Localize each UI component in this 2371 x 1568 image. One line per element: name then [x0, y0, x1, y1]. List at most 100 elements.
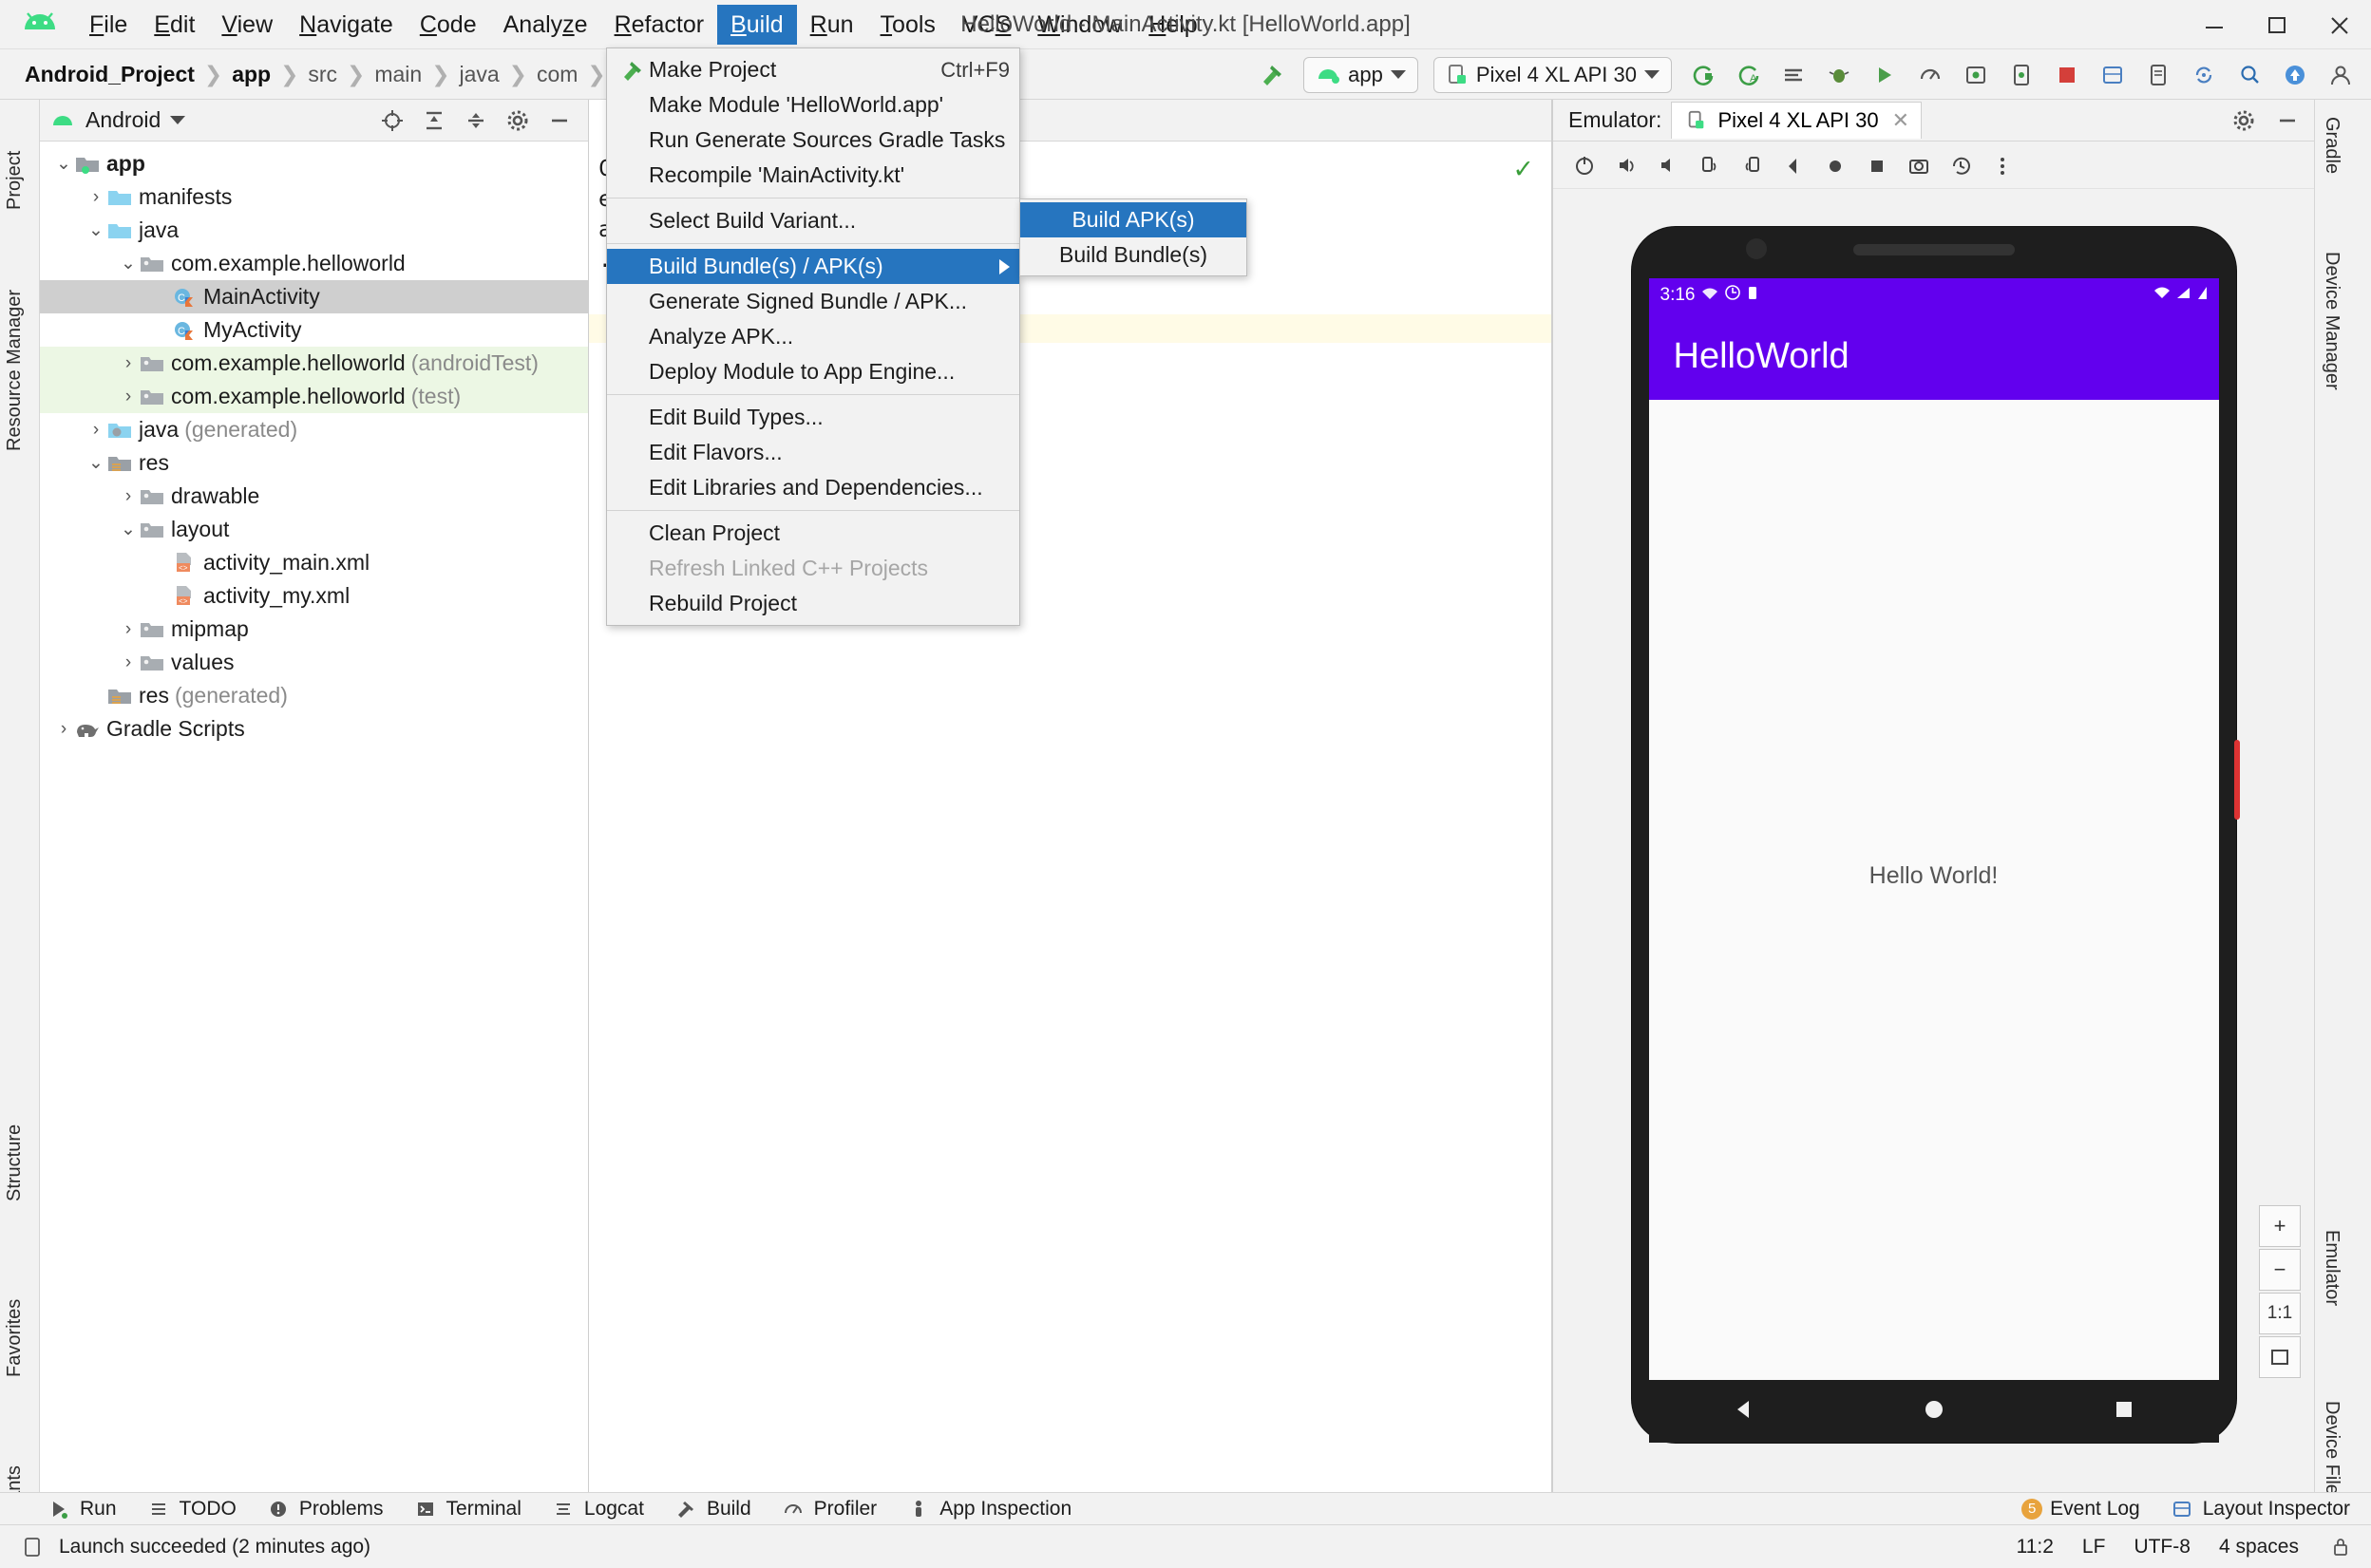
- zoom-actual-icon[interactable]: 1:1: [2259, 1293, 2301, 1334]
- menu-item-generate-signed-bundle-apk[interactable]: Generate Signed Bundle / APK...: [607, 284, 1019, 319]
- minimize-icon[interactable]: [2183, 0, 2246, 49]
- sidebar-item-device-manager[interactable]: Device Manager: [2321, 242, 2343, 461]
- tree-row[interactable]: ›CMainActivity: [40, 280, 588, 313]
- menu-item-edit-libraries-and-dependencies[interactable]: Edit Libraries and Dependencies...: [607, 470, 1019, 505]
- tree-row[interactable]: ›Gradle Scripts: [40, 712, 588, 746]
- bottom-tab-event-log[interactable]: 5Event Log: [2021, 1498, 2140, 1521]
- menu-tools[interactable]: Tools: [867, 5, 949, 45]
- zoom-in-icon[interactable]: +: [2259, 1205, 2301, 1247]
- chevron-down-icon[interactable]: ⌄: [118, 519, 139, 540]
- logcat-icon[interactable]: [1775, 57, 1811, 93]
- breadcrumb-item-app[interactable]: app: [232, 62, 271, 87]
- avd-manager-icon[interactable]: [2003, 57, 2039, 93]
- tree-row[interactable]: ›values: [40, 646, 588, 679]
- more-icon[interactable]: [1984, 147, 2020, 183]
- apply-changes-icon[interactable]: [1684, 57, 1720, 93]
- bottom-tab-terminal[interactable]: Terminal: [412, 1498, 522, 1521]
- account-icon[interactable]: [2323, 57, 2359, 93]
- rotate-right-icon[interactable]: [1734, 147, 1770, 183]
- menu-item-edit-flavors[interactable]: Edit Flavors...: [607, 435, 1019, 470]
- device-file-explorer-icon[interactable]: [2140, 57, 2176, 93]
- layout-inspector-icon[interactable]: [2095, 57, 2131, 93]
- menu-item-analyze-apk[interactable]: Analyze APK...: [607, 319, 1019, 354]
- notification-icon[interactable]: [19, 1536, 46, 1559]
- chevron-right-icon[interactable]: ›: [85, 187, 106, 208]
- hide-icon[interactable]: [546, 109, 573, 132]
- tree-row[interactable]: ›manifests: [40, 180, 588, 214]
- menu-edit[interactable]: Edit: [141, 5, 208, 45]
- tree-row[interactable]: ⌄java: [40, 214, 588, 247]
- emulator-tab[interactable]: Pixel 4 XL API 30 ✕: [1671, 102, 1922, 139]
- close-icon[interactable]: ✕: [1892, 108, 1909, 133]
- sdk-manager-icon[interactable]: [1958, 57, 1994, 93]
- tree-row[interactable]: ›res(generated): [40, 679, 588, 712]
- build-bundle-apk-submenu[interactable]: Build APK(s)Build Bundle(s): [1019, 198, 1247, 276]
- menu-item-edit-build-types[interactable]: Edit Build Types...: [607, 400, 1019, 435]
- indent-setting[interactable]: 4 spaces: [2219, 1536, 2299, 1559]
- menu-analyze[interactable]: Analyze: [490, 5, 601, 45]
- device-power-button[interactable]: [2234, 740, 2240, 820]
- breadcrumb-item-com[interactable]: com: [537, 62, 578, 87]
- bottom-tab-layout-inspector[interactable]: Layout Inspector: [2169, 1498, 2350, 1521]
- menu-item-make-project[interactable]: Make ProjectCtrl+F9: [607, 52, 1019, 87]
- menu-item-clean-project[interactable]: Clean Project: [607, 516, 1019, 551]
- volume-up-icon[interactable]: [1608, 147, 1644, 183]
- sidebar-item-gradle[interactable]: Gradle: [2321, 107, 2343, 212]
- chevron-right-icon[interactable]: ›: [118, 387, 139, 407]
- sidebar-item-emulator[interactable]: Emulator: [2321, 1220, 2343, 1363]
- menu-item-build-bundle-s-apk-s[interactable]: Build Bundle(s) / APK(s): [607, 249, 1019, 284]
- menu-code[interactable]: Code: [407, 5, 490, 45]
- sidebar-item-project[interactable]: Project: [4, 105, 26, 219]
- bottom-tab-app-inspection[interactable]: App Inspection: [905, 1498, 1072, 1521]
- menu-view[interactable]: View: [208, 5, 286, 45]
- overview-square-icon[interactable]: [2109, 1394, 2139, 1429]
- tree-row[interactable]: ›CMyActivity: [40, 313, 588, 347]
- menu-item-make-module-helloworld-app[interactable]: Make Module 'HelloWorld.app': [607, 87, 1019, 123]
- sync-gradle-icon[interactable]: [2186, 57, 2222, 93]
- chevron-right-icon[interactable]: ›: [118, 353, 139, 374]
- tree-row[interactable]: ›java(generated): [40, 413, 588, 446]
- bottom-tab-profiler[interactable]: Profiler: [780, 1498, 878, 1521]
- chevron-right-icon[interactable]: ›: [118, 619, 139, 640]
- close-icon[interactable]: [2308, 0, 2371, 49]
- update-icon[interactable]: [2277, 57, 2313, 93]
- breadcrumb-item-main[interactable]: main: [374, 62, 422, 87]
- tree-row[interactable]: ›drawable: [40, 480, 588, 513]
- file-encoding[interactable]: UTF-8: [2134, 1536, 2191, 1559]
- breadcrumb-item-java[interactable]: java: [459, 62, 499, 87]
- lock-icon[interactable]: [2327, 1536, 2354, 1559]
- run-configuration-selector[interactable]: app: [1303, 57, 1418, 93]
- screenshot-icon[interactable]: [1901, 147, 1937, 183]
- sidebar-item-resource-manager[interactable]: Resource Manager: [4, 233, 26, 461]
- home-icon[interactable]: [1817, 147, 1853, 183]
- chevron-down-icon[interactable]: ⌄: [85, 452, 106, 474]
- history-icon[interactable]: [1943, 147, 1979, 183]
- bottom-tab-todo[interactable]: TODO: [145, 1498, 237, 1521]
- menu-item-recompile-mainactivity-kt[interactable]: Recompile 'MainActivity.kt': [607, 158, 1019, 193]
- menu-refactor[interactable]: Refactor: [601, 5, 718, 45]
- tree-row[interactable]: ›<>activity_main.xml: [40, 546, 588, 579]
- back-icon[interactable]: [1775, 147, 1811, 183]
- volume-down-icon[interactable]: [1650, 147, 1686, 183]
- caret-position[interactable]: 11:2: [2017, 1536, 2054, 1559]
- chevron-right-icon[interactable]: ›: [118, 652, 139, 673]
- chevron-down-icon[interactable]: ⌄: [118, 253, 139, 274]
- line-separator[interactable]: LF: [2082, 1536, 2106, 1559]
- chevron-right-icon[interactable]: ›: [118, 486, 139, 507]
- rotate-left-icon[interactable]: [1692, 147, 1728, 183]
- menu-file[interactable]: File: [76, 5, 141, 45]
- zoom-out-icon[interactable]: −: [2259, 1249, 2301, 1291]
- emulated-device[interactable]: 3:16: [1632, 227, 2236, 1443]
- sidebar-item-structure[interactable]: Structure: [4, 1068, 26, 1211]
- submenu-item-build-apk-s[interactable]: Build APK(s): [1020, 202, 1246, 237]
- menu-navigate[interactable]: Navigate: [286, 5, 407, 45]
- bottom-tab-run[interactable]: Run: [46, 1498, 117, 1521]
- target-icon[interactable]: [379, 109, 406, 132]
- menu-item-rebuild-project[interactable]: Rebuild Project: [607, 586, 1019, 621]
- expand-all-icon[interactable]: [421, 109, 447, 132]
- hide-icon[interactable]: [2274, 109, 2301, 132]
- home-circle-icon[interactable]: [1919, 1394, 1949, 1429]
- menu-build[interactable]: Build: [717, 5, 797, 45]
- zoom-fit-icon[interactable]: [2259, 1336, 2301, 1378]
- menu-run[interactable]: Run: [797, 5, 867, 45]
